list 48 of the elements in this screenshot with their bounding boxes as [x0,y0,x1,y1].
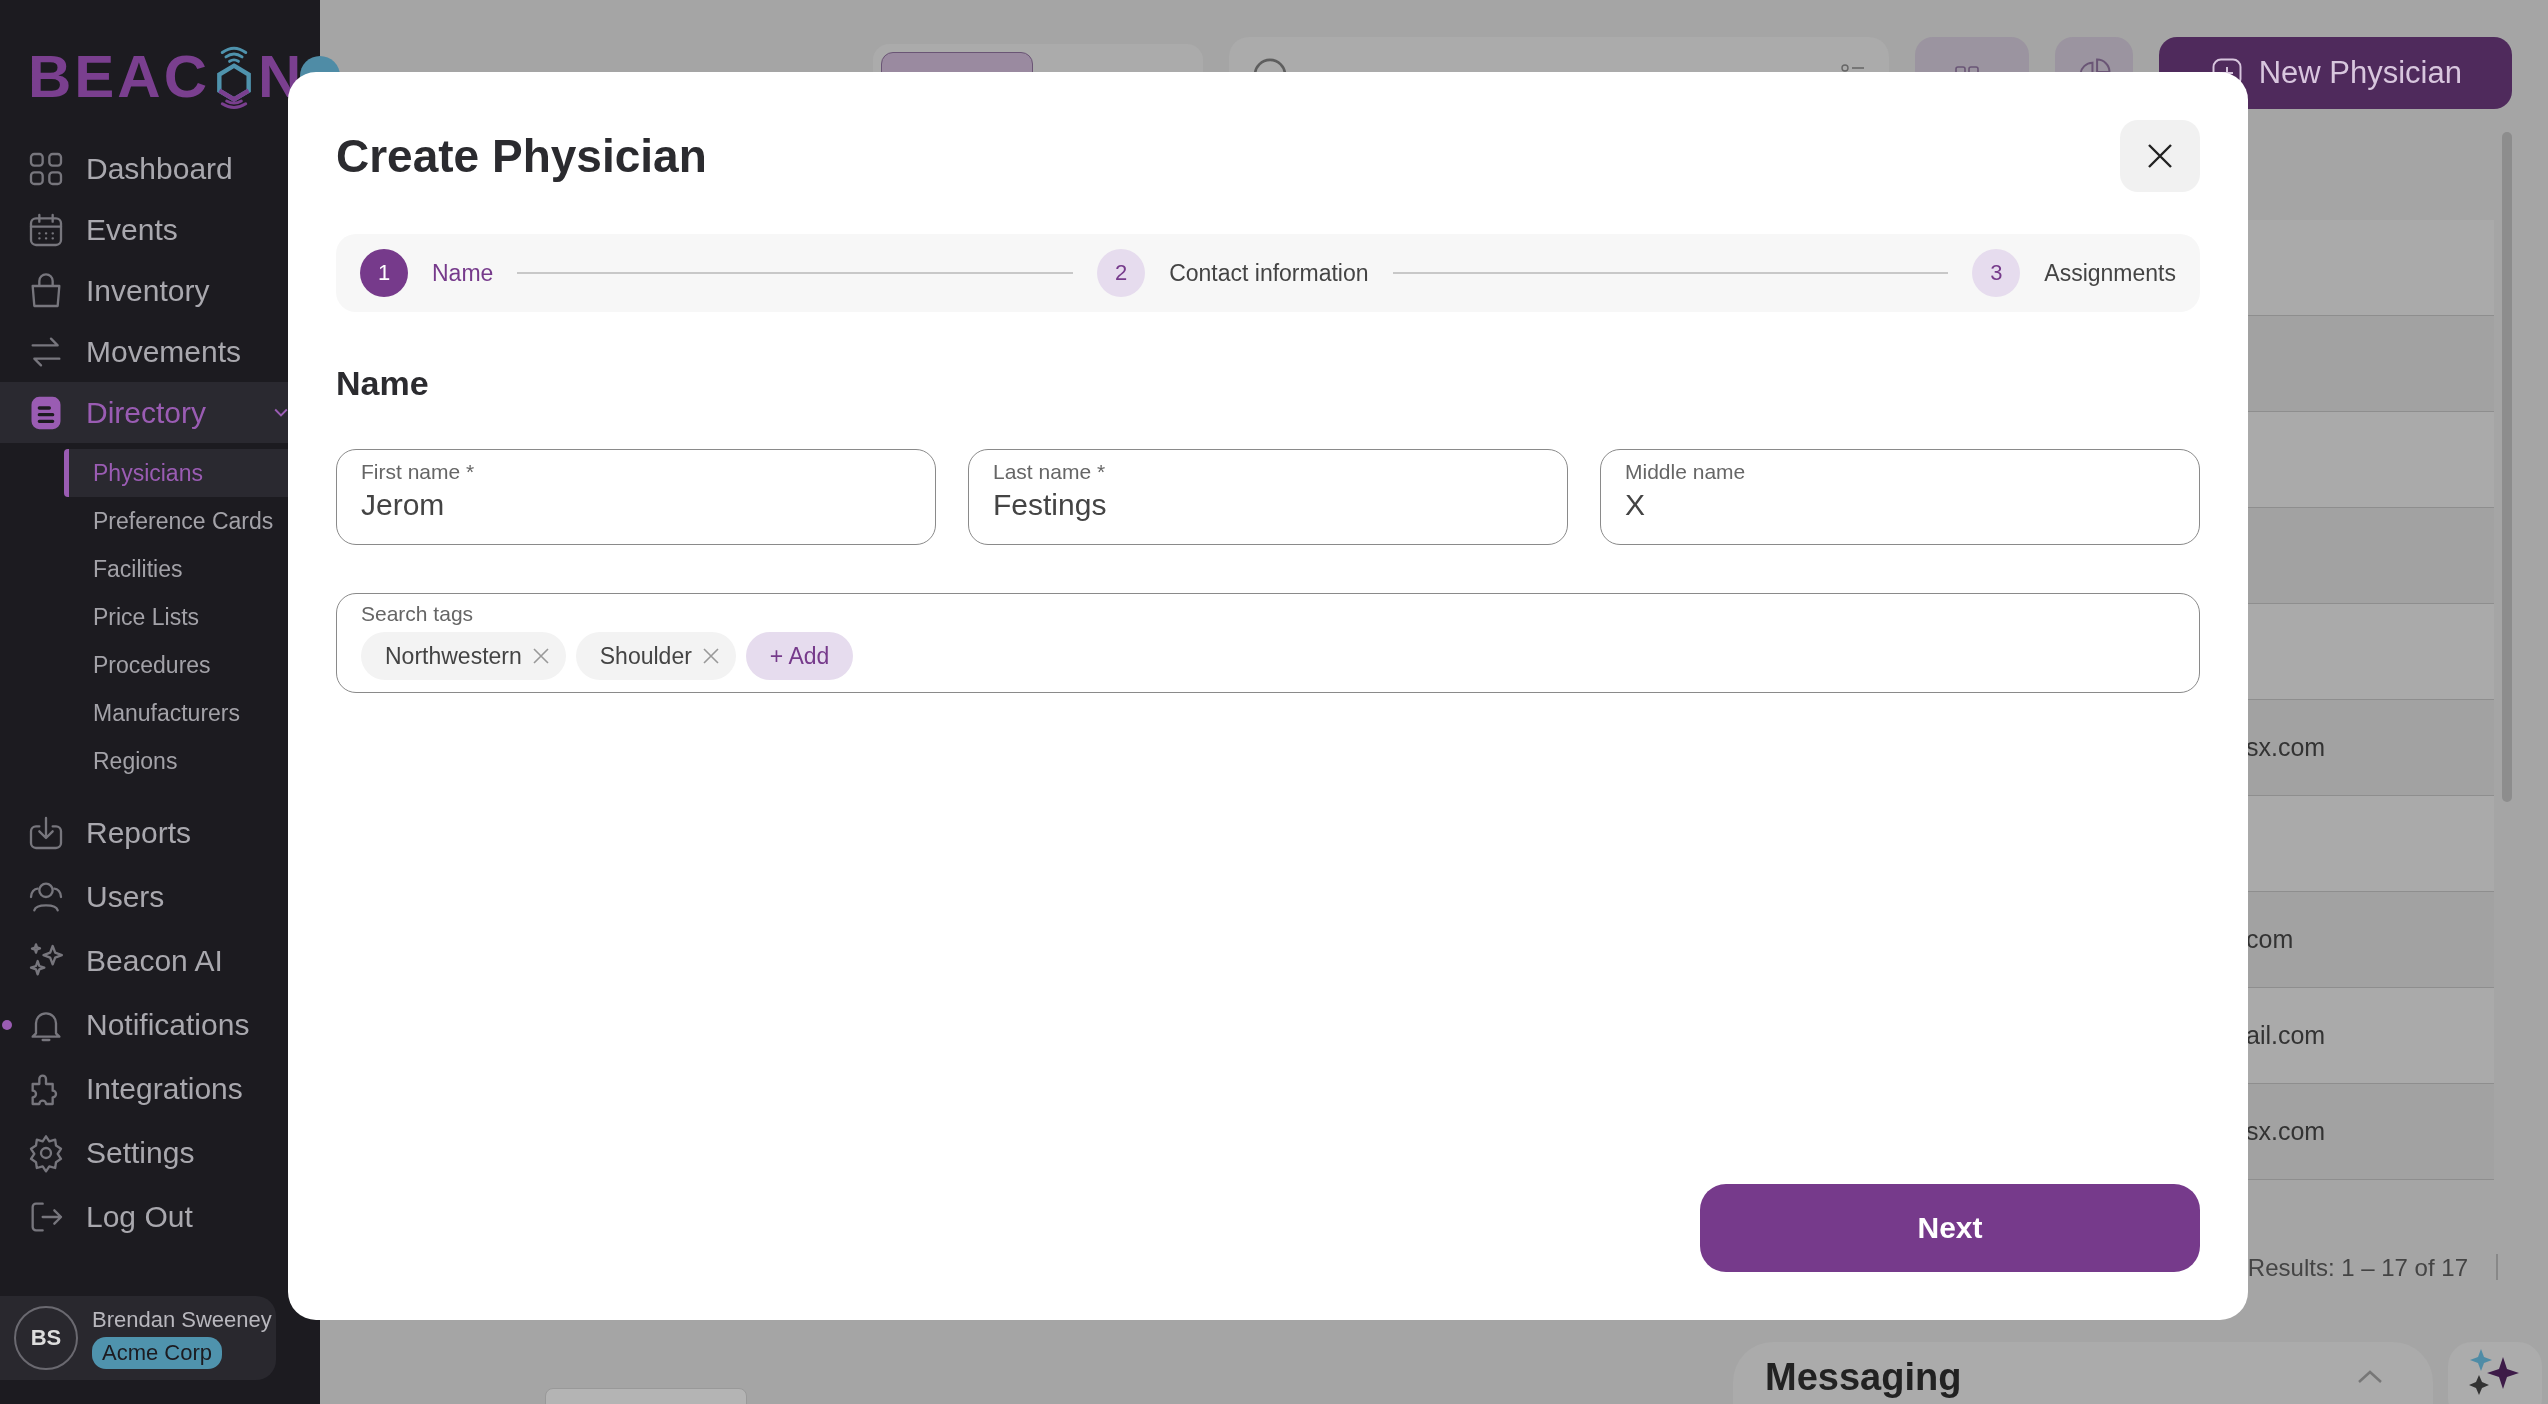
step-number[interactable]: 1 [360,249,408,297]
ai-button[interactable] [2448,1342,2542,1404]
nav-item[interactable]: Reports [0,801,288,865]
nav-item[interactable]: Log Out [0,1185,288,1249]
nav-item[interactable]: Movements [0,321,288,382]
step-label[interactable]: Name [432,259,494,287]
nav-item[interactable]: Beacon AI [0,929,288,993]
chevron-up-icon [2357,1369,2383,1385]
step-label[interactable]: Contact information [1169,259,1369,287]
messaging-panel[interactable]: Messaging [1733,1342,2433,1404]
input-field[interactable]: Middle name X [1600,449,2200,545]
table-cell-text: sx.com [2246,733,2327,762]
add-tag-button[interactable]: + Add [745,632,854,680]
close-icon [2147,143,2173,169]
section-title: Name [336,364,430,403]
avatar: BS [14,1306,78,1370]
table-cell-text: com [2246,925,2295,954]
nav-item[interactable]: Settings [0,1121,288,1185]
nav-item[interactable]: Users [0,865,288,929]
organization-tag: Acme Corp [92,1337,223,1369]
nav-item[interactable]: Events [0,199,288,260]
input-field[interactable]: Last name * Festings [968,449,1568,545]
table-cell-text: sx.com [2246,1117,2327,1146]
remove-icon[interactable] [701,647,720,665]
next-button[interactable]: Next [1700,1184,2200,1272]
dialog-title: Create Physician [336,129,707,183]
table-cell-text: ail.com [2246,1021,2327,1050]
tag-chip[interactable]: Shoulder [575,632,736,680]
close-button[interactable] [2120,120,2200,192]
nav-item[interactable]: Dashboard [0,138,288,199]
remove-icon[interactable] [531,647,550,665]
user-name: Brendan Sweeney [92,1307,272,1333]
nav-item[interactable]: Inventory [0,260,288,321]
logo-text: BEAC [28,41,210,111]
field-label: Search tags [361,602,474,626]
results-count: Results: 1 – 17 of 17 [2247,1254,2468,1282]
input-field[interactable]: First name * Jerom [336,449,936,545]
search-icon [1252,58,1287,73]
tags-field[interactable]: Search tags Northwestern Shoulder + Add [336,593,2200,693]
filter-icon [1840,64,1865,73]
tag-chip[interactable]: Northwestern [361,632,566,680]
user-card[interactable]: BS Brendan Sweeney Acme Corp [0,1296,276,1380]
step-label[interactable]: Assignments [2044,259,2176,287]
step-number[interactable]: 2 [1097,249,1146,297]
step-number[interactable]: 3 [1972,249,2021,297]
scrollbar[interactable] [2502,132,2512,802]
nav-item[interactable]: Notifications [0,993,288,1057]
nav-item[interactable]: Integrations [0,1057,288,1121]
